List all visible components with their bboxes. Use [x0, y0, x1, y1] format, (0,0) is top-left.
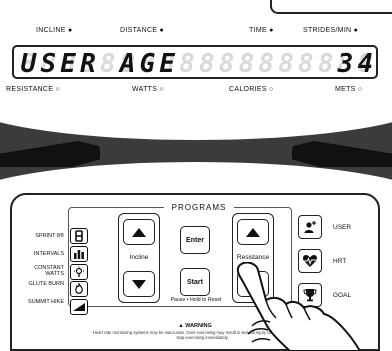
incline-label: Incline	[129, 254, 149, 261]
lcd-ghost-segment: 8	[179, 49, 195, 79]
incline-up-button[interactable]	[123, 219, 155, 245]
lcd-lit-character: S	[40, 49, 57, 79]
lcd-char-cell: 8	[278, 51, 295, 77]
incline-up-arrow-icon	[132, 227, 146, 237]
glute-burn-glyph	[75, 283, 83, 294]
lcd-char-cell: 83	[337, 51, 354, 77]
lcd-lit-character: 3	[337, 49, 354, 79]
resistance-label: Resistance	[236, 254, 270, 261]
resistance-up-button[interactable]	[237, 219, 269, 245]
sprint-8-icon[interactable]	[70, 228, 88, 244]
lcd-char-cell: 8	[258, 51, 275, 77]
lcd-ghost-segment: 8	[99, 49, 116, 79]
mets-readout-label: METS	[335, 86, 362, 93]
top-frame-edge	[270, 0, 392, 14]
user-plus-icon	[304, 221, 316, 233]
incline-down-arrow-icon	[132, 279, 146, 289]
user-label: USER	[333, 224, 352, 231]
lcd-char-cell: 8S	[40, 51, 57, 77]
lcd-char-cell: 8R	[79, 51, 96, 77]
lcd-lit-character: U	[20, 49, 37, 79]
warning-title: ▲ WARNING	[178, 323, 212, 329]
lcd-char-cell: 8	[238, 51, 255, 77]
pause-hold-hint: Pause • Hold to Reset	[170, 297, 222, 303]
lcd-ghost-segment: 8	[278, 49, 294, 79]
lcd-lit-character: E	[159, 49, 176, 79]
lcd-display: 8U8S8E8R88A8G8E888888888384	[12, 45, 378, 79]
lcd-character-row: 8U8S8E8R88A8G8E888888888384	[20, 51, 374, 77]
intervals-glyph	[74, 250, 84, 259]
lcd-char-cell: 8A	[119, 51, 136, 77]
lcd-ghost-segment: 8	[218, 49, 235, 79]
lcd-lit-character: A	[119, 49, 136, 79]
console: INCLINE DISTANCE TIME STRIDES/MIN 8U8S8E…	[0, 0, 392, 351]
resistance-readout-label: RESISTANCE	[6, 86, 60, 93]
lcd-char-cell: 8E	[159, 51, 176, 77]
time-readout-label: TIME	[249, 27, 274, 34]
incline-down-button[interactable]	[123, 271, 155, 297]
lcd-char-cell: 8	[198, 51, 215, 77]
lcd-lit-character: G	[139, 49, 156, 79]
program-label-sprint-8: SPRINT 8®	[35, 233, 64, 239]
lcd-char-cell: 8	[317, 51, 334, 77]
lcd-lit-character: 4	[357, 49, 374, 79]
lcd-ghost-segment: 8	[258, 49, 275, 79]
start-button[interactable]: Start	[180, 268, 210, 296]
lcd-lit-character: R	[80, 49, 96, 79]
calories-readout-label: CALORIES	[229, 86, 274, 93]
lcd-ghost-segment: 8	[298, 49, 314, 79]
resistance-up-arrow-icon	[246, 227, 260, 237]
lcd-lit-character: E	[60, 49, 76, 79]
program-label-glute-burn: GLUTE BURN	[28, 281, 64, 287]
enter-button[interactable]: Enter	[180, 226, 210, 254]
summit-hike-glyph	[73, 303, 85, 311]
programs-title: PROGRAMS	[164, 203, 234, 212]
lcd-char-cell: 8	[179, 51, 196, 77]
sprint-8-glyph	[75, 230, 83, 242]
program-label-intervals: INTERVALS	[33, 251, 64, 257]
lcd-char-cell: 84	[357, 51, 374, 77]
lcd-ghost-segment: 8	[198, 49, 215, 79]
lcd-ghost-segment: 8	[238, 49, 255, 79]
lcd-char-cell: 8G	[139, 51, 156, 77]
lcd-char-cell: 8	[99, 51, 116, 77]
incline-rocker: Incline	[118, 213, 160, 303]
summit-hike-icon[interactable]	[70, 299, 88, 315]
constant-watts-icon[interactable]	[70, 264, 88, 280]
constant-watts-glyph	[74, 266, 84, 277]
program-label-summit-hike: SUMMIT HIKE	[28, 299, 64, 305]
user-button[interactable]	[298, 215, 322, 239]
incline-readout-label: INCLINE	[36, 27, 73, 34]
lcd-char-cell: 8	[297, 51, 314, 77]
distance-readout-label: DISTANCE	[120, 27, 164, 34]
lcd-char-cell: 8E	[60, 51, 77, 77]
intervals-icon[interactable]	[70, 246, 88, 262]
lcd-char-cell: 8U	[20, 51, 37, 77]
lcd-char-cell: 8	[218, 51, 235, 77]
watts-readout-label: WATTS	[132, 86, 164, 93]
lcd-ghost-segment: 8	[317, 49, 334, 79]
glute-burn-icon[interactable]	[70, 281, 88, 297]
program-label-constant-watts: CONSTANT WATTS	[34, 265, 64, 277]
strides-min-readout-label: STRIDES/MIN	[303, 27, 358, 34]
hand-pointer-illustration	[236, 262, 362, 351]
